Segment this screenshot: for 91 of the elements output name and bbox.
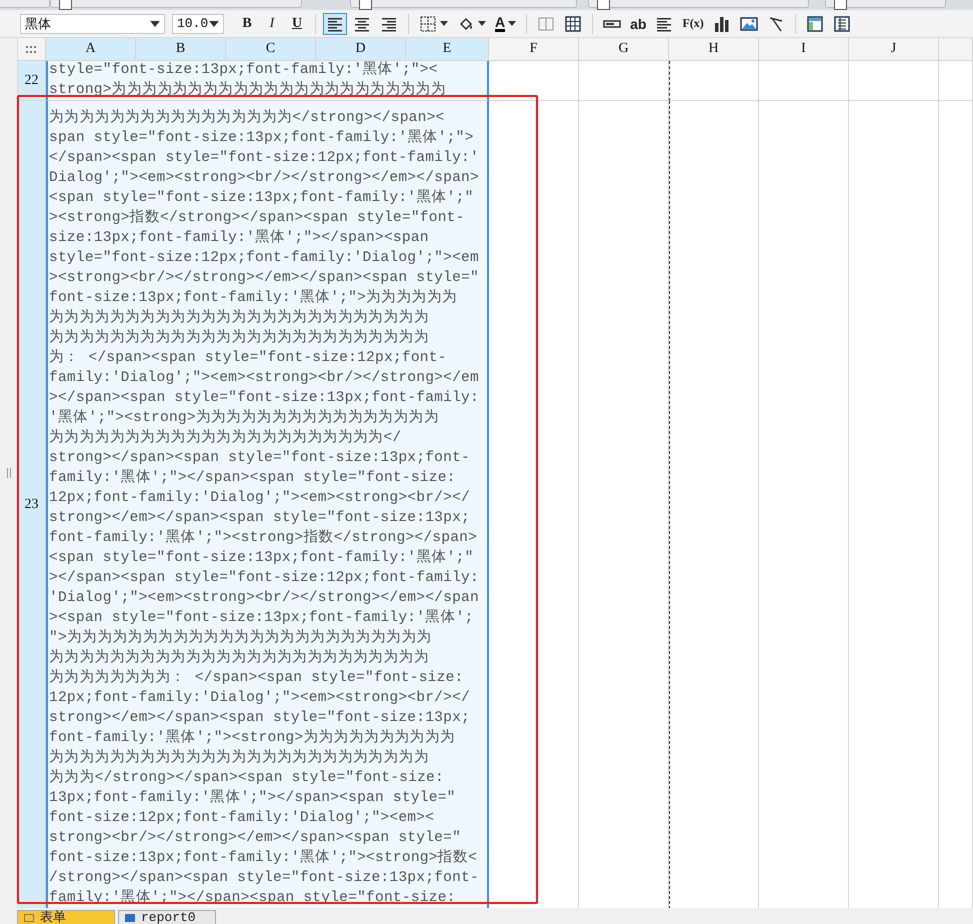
table-cell[interactable] — [759, 61, 849, 101]
cell-text-line: 为为为为为为为为为为为为为为为为为为为为为为为为为 — [48, 328, 430, 348]
cell-text-line: ></span><span style="font-size:13px;font-family: — [48, 389, 480, 408]
cell-text-line: ></span><span style="font-size:12px;font-family: — [48, 569, 480, 588]
cell-text-line: strong></em></span><span style="font-size:13px; — [48, 509, 472, 528]
cell-text-line: style="font-size:12px;font-family:'Dialog';"><em — [48, 249, 480, 268]
caret-icon — [440, 21, 448, 26]
cell-text-line: 12px;font-family:'Dialog';"><em><strong><br/></ — [48, 689, 472, 708]
row-header[interactable]: 23 — [18, 101, 46, 908]
cell-text-line: 为为为</strong></span><span style="font-size: — [48, 768, 445, 788]
merged-cell[interactable] — [46, 101, 489, 908]
table-cell[interactable] — [669, 61, 759, 101]
formula-button[interactable]: F(x) — [679, 12, 707, 34]
cell-text-line: family:'黑体';"></span><span style="font-size: — [48, 468, 457, 488]
table-cell[interactable] — [489, 61, 579, 101]
cell-text-line: <span style="font-size:13px;font-family:'黑体';" — [48, 188, 475, 208]
cell-text-line: style="font-size:13px;font-family:'黑体';">< — [48, 61, 439, 80]
column-header[interactable]: E — [406, 38, 489, 61]
select-all-button[interactable] — [18, 38, 46, 61]
caret-icon — [150, 20, 160, 26]
column-header[interactable]: A — [46, 38, 136, 61]
cell-text-line: font-family:'黑体';"><strong>指数</strong></span> — [48, 528, 478, 548]
cell-text-line: size:13px;font-family:'黑体';"></span><span — [48, 228, 430, 248]
cell-text-line: <span style="font-size:13px;font-family:'黑体';" — [48, 548, 475, 568]
column-header[interactable]: D — [316, 38, 406, 61]
row-header[interactable]: 22 — [18, 61, 46, 101]
cell-text-line: 为为为为为为为为为为为为为为为为为为为为为为为为为 — [48, 748, 430, 768]
grip-icon — [26, 45, 38, 53]
cell-text-line: 为为为为为为为为为为为为为为为为</strong></span>< — [48, 108, 446, 128]
cell-text-line: 'Dialog';"><em><strong><br/></strong></em></span — [48, 589, 480, 608]
cell-text-line: ><strong><br/></strong></em></span><span style=" — [48, 269, 480, 288]
cell-text-line: '黑体';"><strong>为为为为为为为为为为为为为为为为 — [48, 408, 440, 428]
sheet-tab[interactable]: report0 — [118, 910, 216, 924]
cell-text-line: strong><br/></strong></em></span><span style=" — [48, 829, 462, 848]
cell-text-line: font-size:13px;font-family:'黑体';">为为为为为为 — [48, 288, 458, 308]
column-header[interactable]: G — [579, 38, 669, 61]
cell-text-line: strong></em></span><span style="font-size:13px; — [48, 709, 472, 728]
sheet-icon — [24, 914, 34, 922]
font-color-button[interactable]: A — [492, 12, 520, 34]
cell-text-line: strong></span><span style="font-size:13px;font- — [48, 449, 472, 468]
image-icon — [740, 14, 758, 32]
bar-chart-icon — [712, 14, 731, 32]
bold-button[interactable]: B — [236, 12, 258, 34]
cell-text-line: Dialog';"><em><strong><br/></strong></em></span> — [48, 169, 480, 188]
cell-text-line: 为为为为为为为为为为为为为为为为为为为为为为为为为 — [48, 308, 430, 328]
cell-text-line: 为为为为为为为为： </span><span style="font-size: — [48, 668, 464, 688]
cell-text-line: family:'Dialog';"><em><strong><br/></strong></em — [48, 369, 480, 388]
cell-text-line: 13px;font-family:'黑体';"></span><span style=" — [48, 788, 457, 808]
cell-text-line: ><span style="font-size:13px;font-family:'黑体'; — [48, 608, 475, 628]
cell-text-line: font-family:'黑体';"><strong>为为为为为为为为为为 — [48, 728, 456, 748]
font-size-select[interactable]: 10.0 — [172, 14, 224, 34]
cell-text-line: strong>为为为为为为为为为为为为为为为为为为为为为为 — [48, 80, 448, 100]
caret-icon — [508, 21, 516, 26]
cell-text-line: 为： </span><span style="font-size:12px;font- — [48, 348, 448, 368]
caret-icon — [478, 21, 486, 26]
cell-text-line: /strong></span><span style="font-size:13px;font- — [48, 869, 480, 888]
label-button[interactable]: ab — [627, 12, 650, 34]
cell-text-line: family:'黑体';"></span><span style="font-size: — [48, 888, 457, 908]
column-header[interactable]: C — [226, 38, 316, 61]
table-cell[interactable] — [939, 61, 973, 101]
caret-icon — [209, 20, 219, 26]
column-header[interactable]: I — [759, 38, 849, 61]
cell-text-line: font-size:13px;font-family:'黑体';"><strong>指数< — [48, 848, 478, 868]
column-header[interactable]: H — [669, 38, 759, 61]
column-header[interactable]: J — [849, 38, 939, 61]
border-icon — [419, 14, 437, 32]
cell-text-line: 12px;font-family:'Dialog';"><em><strong><br/></ — [48, 489, 472, 508]
column-header[interactable] — [939, 38, 973, 61]
cell-text-line: ><strong>指数</strong></span><span style="font- — [48, 208, 466, 228]
merged-cell[interactable]: style="font-size:13px;font-family:'黑体';">< strong>为为为为为为为为为为为为为为为为为为为为为为 — [46, 61, 489, 101]
font-select[interactable]: 黑体 — [20, 14, 165, 34]
align-left-button[interactable] — [323, 12, 347, 34]
list-form-icon — [832, 14, 851, 32]
table-cell[interactable] — [579, 61, 669, 101]
splitter-handle-icon[interactable] — [6, 468, 10, 478]
column-header[interactable]: F — [489, 38, 579, 61]
cell-text-line: 为为为为为为为为为为为为为为为为为为为为为为</ — [48, 428, 402, 448]
cell-text-line: span style="font-size:13px;font-family:'黑体';"> — [48, 128, 475, 148]
frame-icon — [537, 14, 556, 32]
italic-button[interactable]: I — [261, 12, 283, 34]
sheet-icon — [125, 914, 135, 922]
table-icon — [564, 14, 582, 32]
table-cell[interactable] — [849, 61, 939, 101]
cell-text-line: font-size:12px;font-family:'Dialog';"><em>< — [48, 809, 436, 828]
sheet-tab[interactable]: 表单 — [17, 910, 115, 924]
column-header[interactable]: B — [136, 38, 226, 61]
cell-text-line: 为为为为为为为为为为为为为为为为为为为为为为为为为 — [48, 648, 430, 668]
form-icon — [806, 14, 824, 32]
underline-button[interactable]: U — [286, 12, 308, 34]
cell-text-line: </span><span style="font-size:12px;font-family:' — [48, 149, 480, 168]
cell-text-line: ">为为为为为为为为为为为为为为为为为为为为为为为为 — [48, 628, 433, 648]
